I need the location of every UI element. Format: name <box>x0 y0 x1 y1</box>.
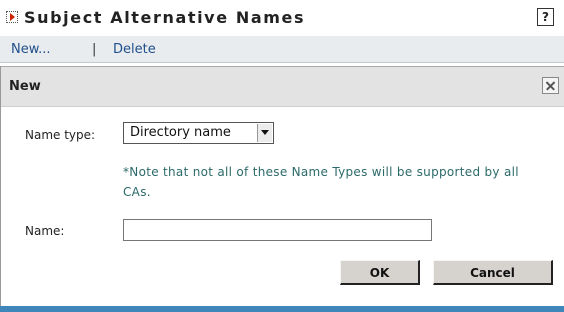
ok-button[interactable]: OK <box>340 260 420 285</box>
delete-link[interactable]: Delete <box>113 42 156 57</box>
section-title: Subject Alternative Names <box>24 8 306 27</box>
action-bar: New... | Delete <box>0 36 564 63</box>
dialog-title: New <box>9 79 41 94</box>
name-type-label: Name type: <box>25 128 96 142</box>
action-separator: | <box>92 42 97 57</box>
new-link[interactable]: New... <box>11 42 51 57</box>
expand-arrow-icon[interactable] <box>6 11 18 23</box>
new-dialog: New Name type: Directory name *Note that… <box>0 66 564 312</box>
name-label: Name: <box>25 224 65 238</box>
section-header: Subject Alternative Names ? <box>0 0 564 34</box>
dialog-header: New <box>1 66 564 107</box>
name-type-value: Directory name <box>130 125 231 140</box>
name-type-note: *Note that not all of these Name Types w… <box>123 165 519 199</box>
name-input[interactable] <box>123 219 432 241</box>
bottom-accent-bar <box>0 306 564 312</box>
help-icon[interactable]: ? <box>537 8 554 26</box>
cancel-button[interactable]: Cancel <box>433 260 553 285</box>
close-icon[interactable] <box>542 77 559 94</box>
chevron-down-icon[interactable] <box>257 124 272 142</box>
name-type-select[interactable]: Directory name <box>123 122 274 144</box>
